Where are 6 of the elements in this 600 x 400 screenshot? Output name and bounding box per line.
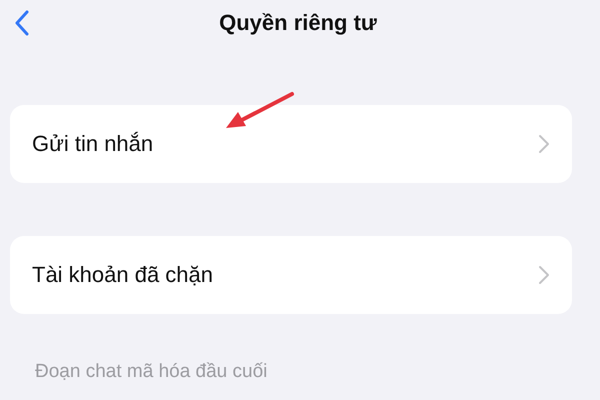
page-title: Quyền riêng tư	[219, 10, 377, 36]
settings-row[interactable]: Gửi tin nhắn	[10, 105, 572, 183]
chevron-right-icon	[538, 265, 550, 285]
chevron-right-icon	[538, 134, 550, 154]
settings-row[interactable]: Tài khoản đã chặn	[10, 236, 572, 314]
section-header: Đoạn chat mã hóa đầu cuối	[35, 361, 268, 383]
